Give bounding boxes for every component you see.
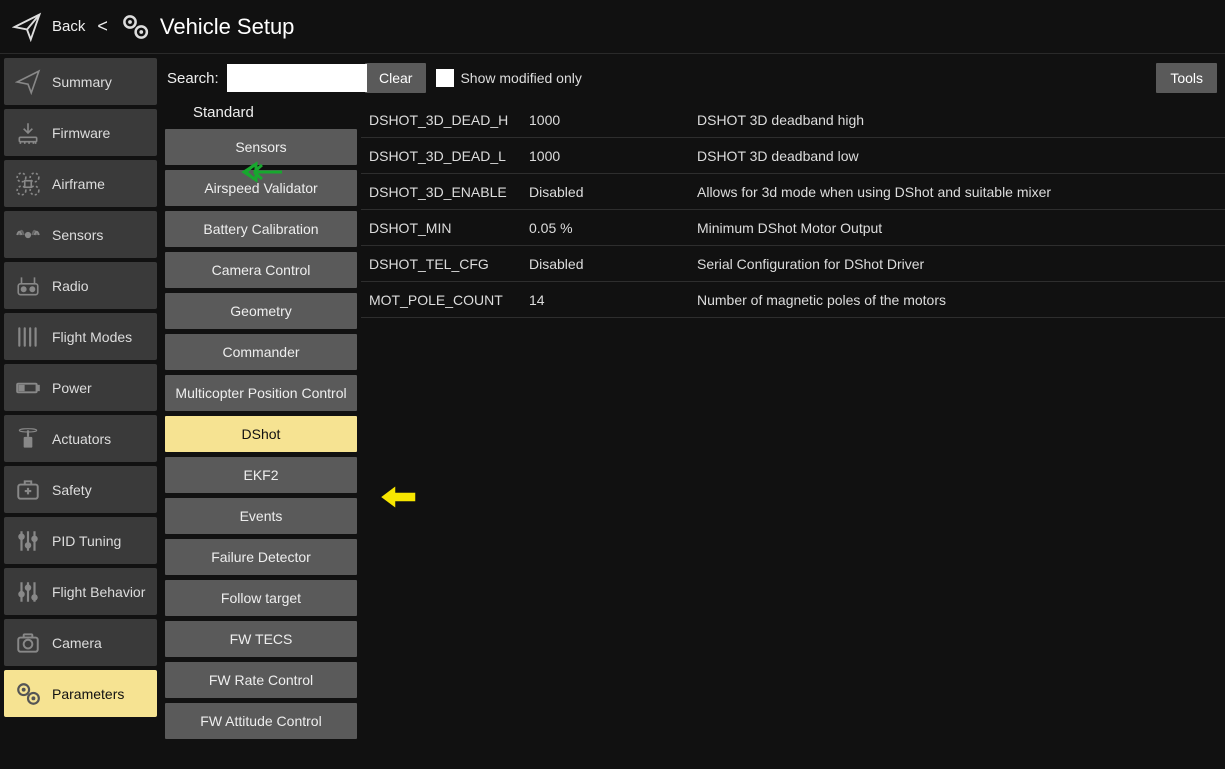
sidebar-item-label: Flight Modes	[52, 329, 132, 345]
quadcopter-icon	[12, 168, 44, 200]
sidebar-item-firmware[interactable]: Firmware	[4, 109, 157, 156]
sidebar-item-radio[interactable]: Radio	[4, 262, 157, 309]
sidebar-item-label: Safety	[52, 482, 92, 498]
param-description: Minimum DShot Motor Output	[697, 220, 1225, 236]
sidebar-item-flight-modes[interactable]: Flight Modes	[4, 313, 157, 360]
param-description: Serial Configuration for DShot Driver	[697, 256, 1225, 272]
camera-icon	[12, 627, 44, 659]
param-description: DSHOT 3D deadband high	[697, 112, 1225, 128]
category-item[interactable]: EKF2	[165, 457, 357, 493]
motor-icon	[12, 423, 44, 455]
search-input[interactable]	[227, 64, 367, 92]
sidebar-item-power[interactable]: Power	[4, 364, 157, 411]
param-value: 1000	[529, 148, 697, 164]
waves-icon	[12, 219, 44, 251]
chip-download-icon	[12, 117, 44, 149]
checkbox-icon	[436, 69, 454, 87]
radio-transmitter-icon	[12, 270, 44, 302]
param-value: 0.05 %	[529, 220, 697, 236]
back-button[interactable]: Back	[52, 18, 85, 35]
paper-plane-icon	[12, 66, 44, 98]
category-item[interactable]: Geometry	[165, 293, 357, 329]
flight-modes-icon	[12, 321, 44, 353]
category-item[interactable]: Airspeed Validator	[165, 170, 357, 206]
sidebar: Summary Firmware Airframe	[0, 54, 161, 769]
category-item[interactable]: FW Rate Control	[165, 662, 357, 698]
battery-icon	[12, 372, 44, 404]
search-label: Search:	[167, 70, 219, 87]
sidebar-item-label: Parameters	[52, 686, 124, 702]
param-value: Disabled	[529, 184, 697, 200]
clear-button[interactable]: Clear	[365, 63, 426, 93]
sidebar-item-label: Sensors	[52, 227, 103, 243]
toolbar: Clear Show modified only Tools	[361, 54, 1225, 102]
parameter-table: DSHOT_3D_DEAD_H1000DSHOT 3D deadband hig…	[361, 102, 1225, 318]
category-item[interactable]: Failure Detector	[165, 539, 357, 575]
page-title: Vehicle Setup	[160, 14, 295, 40]
param-description: DSHOT 3D deadband low	[697, 148, 1225, 164]
sidebar-item-flight-behavior[interactable]: Flight Behavior	[4, 568, 157, 615]
gears-icon	[12, 678, 44, 710]
category-item[interactable]: Multicopter Position Control	[165, 375, 357, 411]
param-name: MOT_POLE_COUNT	[369, 292, 529, 308]
parameter-row[interactable]: DSHOT_3D_ENABLEDisabledAllows for 3d mod…	[361, 174, 1225, 210]
param-name: DSHOT_3D_DEAD_L	[369, 148, 529, 164]
param-value: 1000	[529, 112, 697, 128]
categories-panel: Search: Standard Sensors Airspeed Validat…	[161, 54, 361, 769]
sidebar-item-label: Camera	[52, 635, 102, 651]
sidebar-item-label: Airframe	[52, 176, 105, 192]
sliders-icon	[12, 576, 44, 608]
sidebar-item-sensors[interactable]: Sensors	[4, 211, 157, 258]
breadcrumb-separator: <	[97, 16, 108, 37]
sidebar-item-airframe[interactable]: Airframe	[4, 160, 157, 207]
tools-button[interactable]: Tools	[1156, 63, 1217, 93]
sidebar-item-label: Power	[52, 380, 92, 396]
category-item[interactable]: Follow target	[165, 580, 357, 616]
category-item[interactable]: Commander	[165, 334, 357, 370]
param-description: Allows for 3d mode when using DShot and …	[697, 184, 1225, 200]
param-name: DSHOT_3D_DEAD_H	[369, 112, 529, 128]
paper-plane-icon	[12, 12, 42, 42]
show-modified-label: Show modified only	[460, 70, 581, 86]
parameter-row[interactable]: DSHOT_3D_DEAD_L1000DSHOT 3D deadband low	[361, 138, 1225, 174]
app-header: Back < Vehicle Setup	[0, 0, 1225, 54]
sidebar-item-label: PID Tuning	[52, 533, 121, 549]
param-name: DSHOT_3D_ENABLE	[369, 184, 529, 200]
sidebar-item-label: Firmware	[52, 125, 110, 141]
content-panel: Clear Show modified only Tools DSHOT_3D_…	[361, 54, 1225, 769]
category-item[interactable]: Sensors	[165, 129, 357, 165]
parameter-row[interactable]: DSHOT_3D_DEAD_H1000DSHOT 3D deadband hig…	[361, 102, 1225, 138]
category-item[interactable]: Battery Calibration	[165, 211, 357, 247]
first-aid-icon	[12, 474, 44, 506]
param-description: Number of magnetic poles of the motors	[697, 292, 1225, 308]
sidebar-item-camera[interactable]: Camera	[4, 619, 157, 666]
parameter-row[interactable]: DSHOT_TEL_CFGDisabledSerial Configuratio…	[361, 246, 1225, 282]
sidebar-item-actuators[interactable]: Actuators	[4, 415, 157, 462]
show-modified-checkbox[interactable]: Show modified only	[436, 69, 581, 87]
sidebar-item-safety[interactable]: Safety	[4, 466, 157, 513]
sidebar-item-label: Flight Behavior	[52, 584, 145, 600]
category-item[interactable]: Camera Control	[165, 252, 357, 288]
sidebar-item-label: Summary	[52, 74, 112, 90]
category-item[interactable]: DShot	[165, 416, 357, 452]
sliders-icon	[12, 525, 44, 557]
sidebar-item-parameters[interactable]: Parameters	[4, 670, 157, 717]
sidebar-item-label: Radio	[52, 278, 89, 294]
sidebar-item-label: Actuators	[52, 431, 111, 447]
param-name: DSHOT_TEL_CFG	[369, 256, 529, 272]
category-item[interactable]: Events	[165, 498, 357, 534]
category-item[interactable]: FW Attitude Control	[165, 703, 357, 739]
gears-icon	[120, 12, 150, 42]
parameter-row[interactable]: MOT_POLE_COUNT14Number of magnetic poles…	[361, 282, 1225, 318]
category-group-header[interactable]: Standard	[165, 98, 357, 129]
sidebar-item-summary[interactable]: Summary	[4, 58, 157, 105]
param-value: 14	[529, 292, 697, 308]
category-item[interactable]: FW TECS	[165, 621, 357, 657]
param-value: Disabled	[529, 256, 697, 272]
parameter-row[interactable]: DSHOT_MIN0.05 %Minimum DShot Motor Outpu…	[361, 210, 1225, 246]
param-name: DSHOT_MIN	[369, 220, 529, 236]
sidebar-item-pid-tuning[interactable]: PID Tuning	[4, 517, 157, 564]
